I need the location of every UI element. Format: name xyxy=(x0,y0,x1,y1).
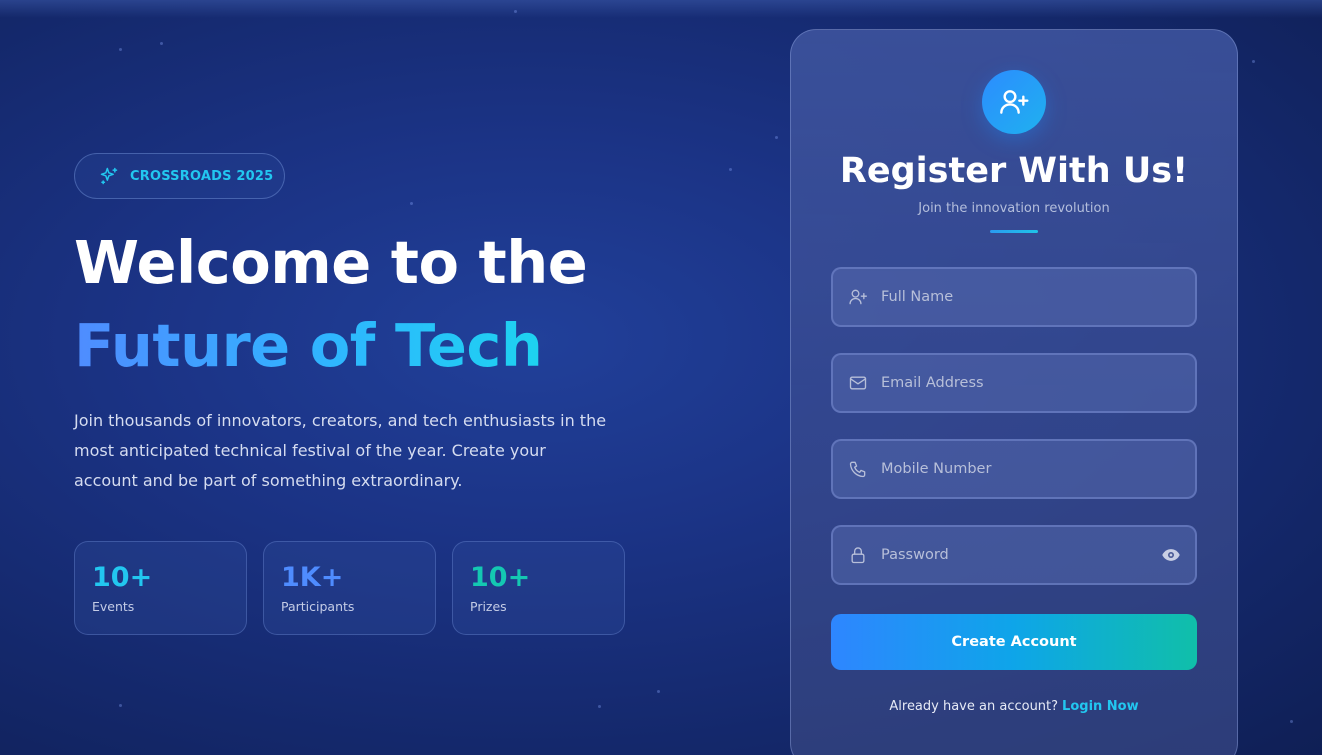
event-badge-label: CROSSROADS 2025 xyxy=(130,168,274,184)
email-field[interactable] xyxy=(831,353,1197,413)
stat-value: 10+ xyxy=(92,562,153,593)
password-field[interactable] xyxy=(831,525,1197,585)
register-card: Register With Us! Join the innovation re… xyxy=(790,29,1238,755)
stat-card-prizes: 10+ Prizes xyxy=(452,541,625,635)
login-link[interactable]: Login Now xyxy=(1062,699,1139,714)
password-input[interactable] xyxy=(881,547,1141,563)
mobile-input[interactable] xyxy=(881,461,1141,477)
headline-line-1: Welcome to the xyxy=(74,228,588,297)
stat-value: 1K+ xyxy=(281,562,344,593)
login-prompt: Already have an account? Login Now xyxy=(791,699,1237,714)
sparkles-icon xyxy=(100,167,118,185)
headline-line-2: Future of Tech xyxy=(74,311,543,380)
lock-icon xyxy=(851,547,865,564)
mobile-field[interactable] xyxy=(831,439,1197,499)
stat-label: Prizes xyxy=(470,599,507,614)
mail-icon xyxy=(849,376,867,390)
register-title: Register With Us! xyxy=(839,151,1189,191)
top-glow xyxy=(0,0,1322,18)
event-badge: CROSSROADS 2025 xyxy=(74,153,285,199)
phone-icon xyxy=(849,461,866,478)
hero-description: Join thousands of innovators, creators, … xyxy=(74,411,607,490)
register-avatar xyxy=(982,70,1046,134)
register-subtitle: Join the innovation revolution xyxy=(918,201,1110,216)
eye-icon[interactable] xyxy=(1161,545,1181,565)
create-account-button[interactable]: Create Account xyxy=(831,614,1197,670)
login-prompt-text: Already have an account? xyxy=(889,699,1059,714)
stat-label: Participants xyxy=(281,599,355,614)
email-input[interactable] xyxy=(881,375,1141,391)
stat-card-events: 10+ Events xyxy=(74,541,247,635)
stat-card-participants: 1K+ Participants xyxy=(263,541,436,635)
stat-value: 10+ xyxy=(470,562,531,593)
title-underline xyxy=(990,230,1038,233)
stat-label: Events xyxy=(92,599,135,614)
full-name-input[interactable] xyxy=(881,289,1141,305)
user-plus-icon xyxy=(1000,90,1029,114)
full-name-field[interactable] xyxy=(831,267,1197,327)
user-plus-icon xyxy=(849,289,867,305)
